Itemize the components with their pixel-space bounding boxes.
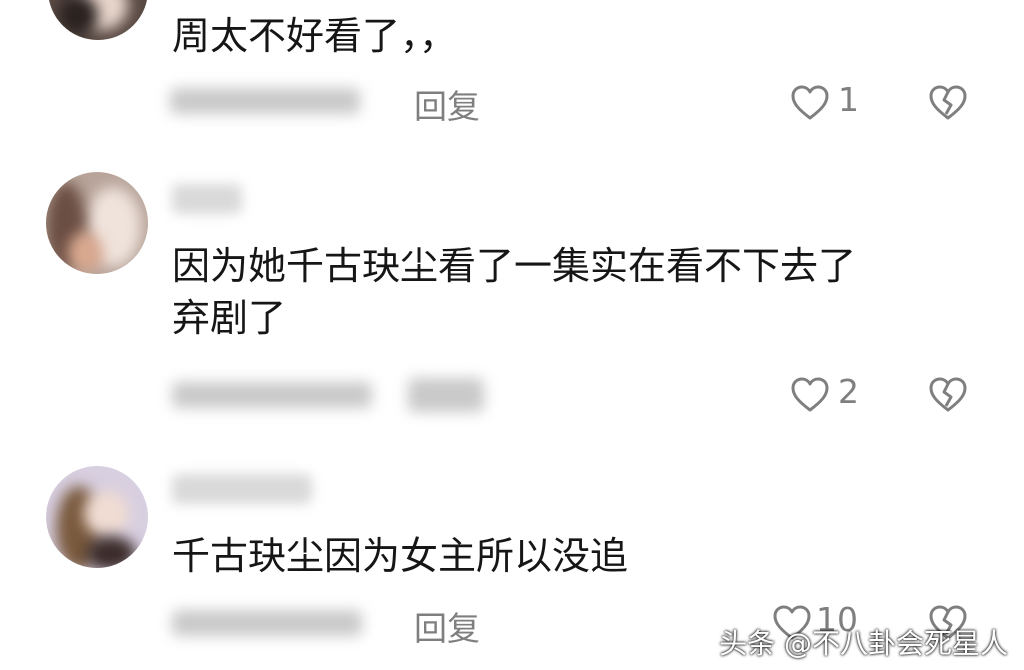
reply-button[interactable] [408, 378, 484, 412]
reply-button[interactable]: 回复 [414, 80, 480, 128]
avatar[interactable] [46, 466, 148, 568]
username[interactable] [172, 474, 312, 504]
watermark: 头条 @不八卦会死星人 [719, 627, 1008, 660]
like-count: 1 [838, 80, 859, 119]
comment-text: 因为她千古玦尘看了一集实在看不下去了 弃剧了 [172, 244, 857, 340]
broken-heart-icon[interactable] [928, 84, 968, 124]
heart-outline-icon[interactable] [790, 84, 830, 124]
comment-text: 周太不好看了，， [172, 14, 458, 58]
avatar[interactable] [48, 0, 148, 40]
comment-meta [170, 88, 360, 114]
comment-text: 千古玦尘因为女主所以没追 [172, 534, 629, 578]
broken-heart-icon[interactable] [928, 376, 968, 416]
comment-meta [172, 382, 372, 408]
like-count: 2 [838, 372, 859, 411]
heart-outline-icon[interactable] [790, 376, 830, 416]
comment-meta [172, 610, 362, 636]
username[interactable] [172, 184, 242, 214]
reply-button[interactable]: 回复 [414, 602, 480, 650]
avatar[interactable] [46, 172, 148, 274]
